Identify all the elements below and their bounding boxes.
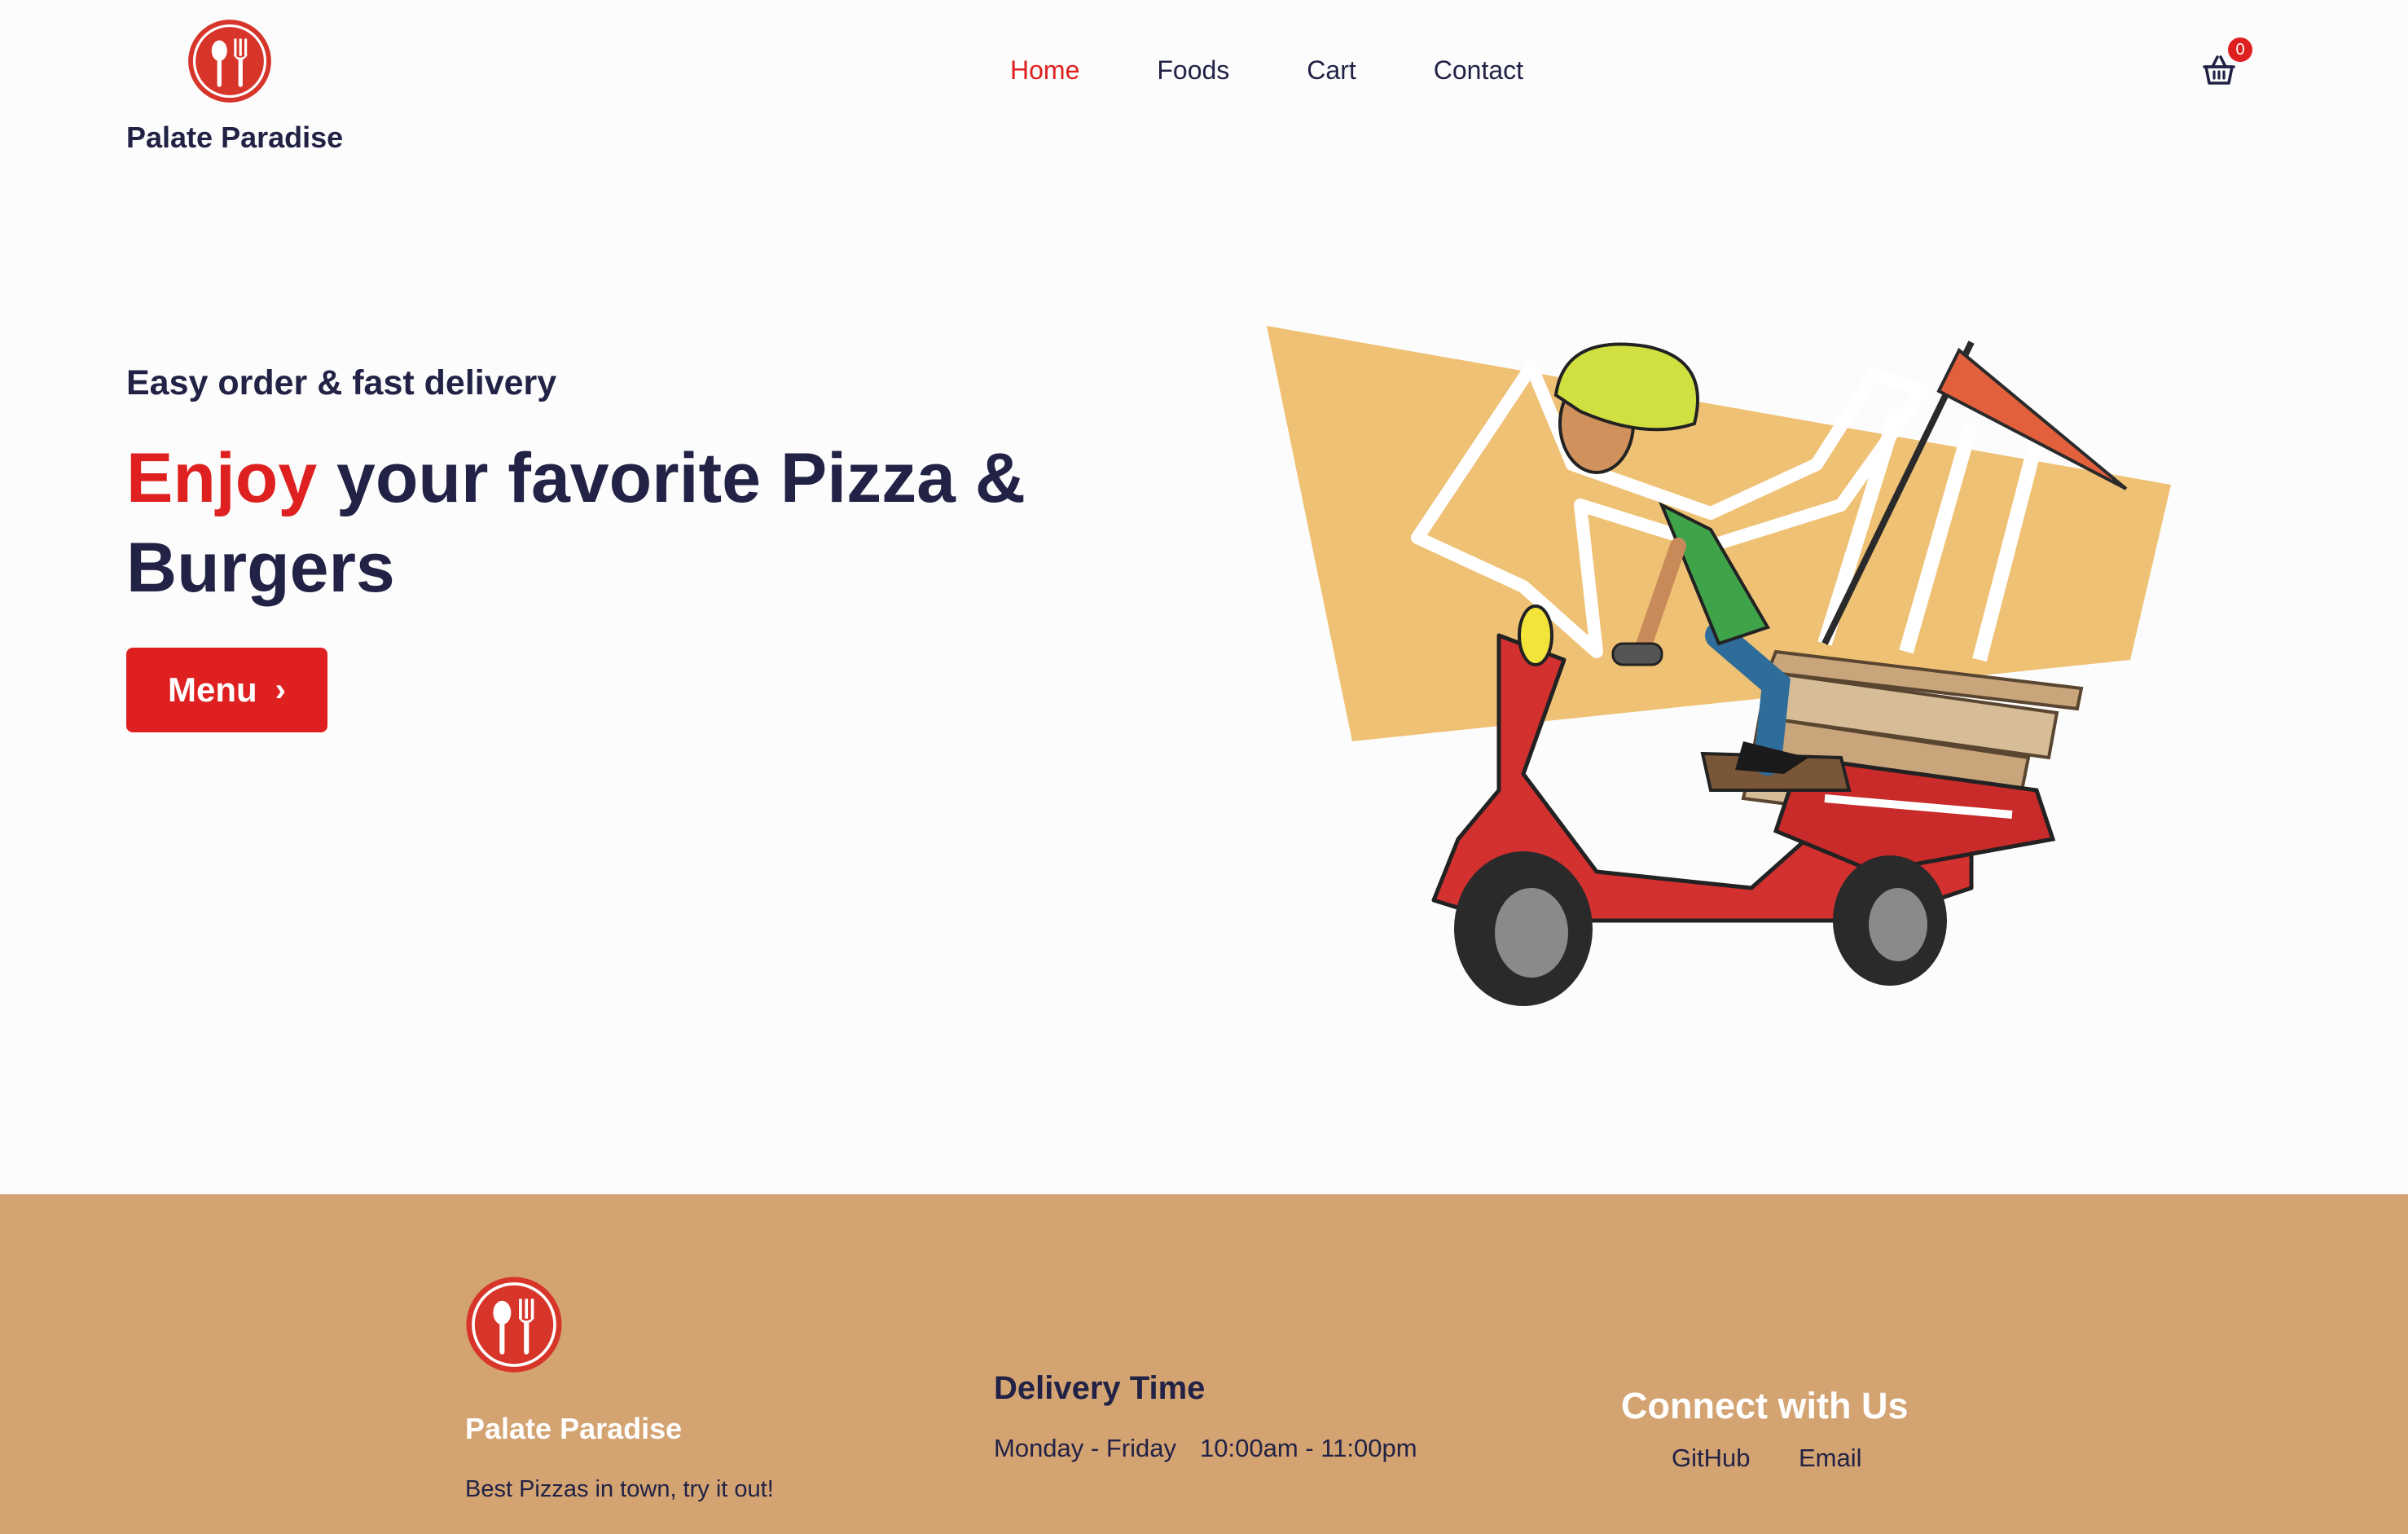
hero-title-accent: Enjoy	[126, 439, 318, 517]
footer-brand-name: Palate Paradise	[465, 1412, 683, 1445]
main-nav: Home Foods Cart Contact	[1010, 55, 1601, 86]
delivery-hours: 10:00am - 11:00pm	[1200, 1434, 1417, 1462]
delivery-days: Monday - Friday	[994, 1434, 1176, 1462]
email-link[interactable]: Email	[1799, 1444, 1862, 1473]
site-footer	[0, 1194, 2408, 1534]
nav-cart[interactable]: Cart	[1307, 55, 1356, 86]
brand-logo[interactable]: Palate Paradise	[126, 16, 346, 154]
footer-spoon-fork-logo-icon	[466, 1277, 562, 1373]
nav-contact[interactable]: Contact	[1434, 55, 1523, 86]
footer-tagline: Best Pizzas in town, try it out!	[465, 1476, 774, 1502]
github-link[interactable]: GitHub	[1672, 1444, 1750, 1473]
delivery-time-heading: Delivery Time	[994, 1370, 1206, 1406]
cart-count-badge: 0	[2228, 37, 2252, 62]
menu-button[interactable]: Menu ›	[126, 648, 327, 732]
chevron-right-icon: ›	[275, 671, 286, 708]
nav-foods[interactable]: Foods	[1157, 55, 1229, 86]
connect-heading: Connect with Us	[1621, 1385, 1909, 1426]
pizza-delivery-scooter-illustration	[1267, 326, 2171, 1006]
spoon-fork-logo-icon	[188, 20, 271, 103]
site-header: Palate Paradise Home Foods Cart Contact …	[0, 0, 2408, 163]
brand-name: Palate Paradise	[126, 121, 344, 154]
hero-title: Enjoy your favorite Pizza & Burgers	[126, 433, 1136, 613]
hero-subtitle: Easy order & fast delivery	[126, 363, 557, 402]
nav-home[interactable]: Home	[1010, 55, 1079, 86]
menu-button-label: Menu	[168, 670, 257, 709]
